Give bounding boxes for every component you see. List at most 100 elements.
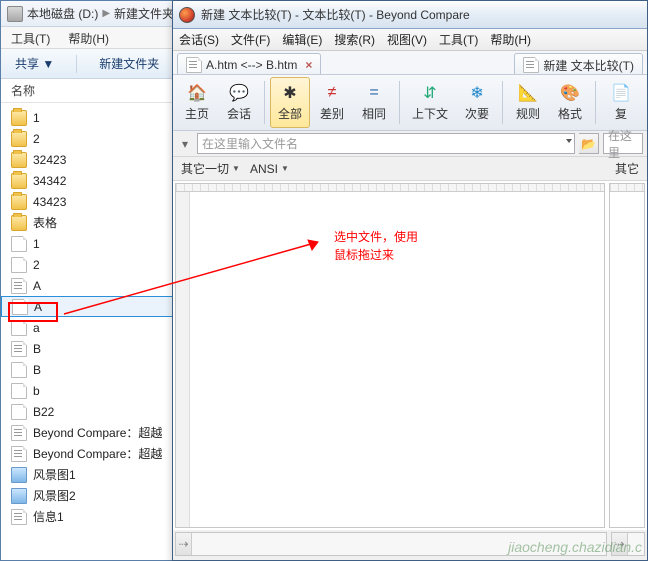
- folder-icon: [11, 194, 27, 210]
- misc-filter-left[interactable]: 其它一切▼: [181, 160, 240, 177]
- folder-icon: [11, 173, 27, 189]
- same-button[interactable]: =相同: [354, 77, 394, 128]
- folder-icon: [11, 215, 27, 231]
- share-button[interactable]: 共享 ▼: [15, 55, 54, 72]
- rules-icon: 📐: [516, 83, 540, 103]
- menu-tools[interactable]: 工具(T): [11, 30, 50, 45]
- tab-compare-1[interactable]: A.htm <--> B.htm ×: [177, 53, 321, 74]
- not-equal-icon: ≠: [320, 83, 344, 103]
- tab-close-icon[interactable]: ×: [305, 58, 312, 72]
- file-icon: [11, 341, 27, 357]
- file-name: 表格: [33, 214, 57, 231]
- right-path-input[interactable]: 在这里: [603, 133, 643, 154]
- breadcrumb-disk[interactable]: 本地磁盘 (D:): [27, 5, 98, 22]
- session-button[interactable]: 💬会话: [219, 77, 259, 128]
- asterisk-icon: ✱: [278, 83, 302, 103]
- beyond-compare-window: 新建 文本比较(T) - 文本比较(T) - Beyond Compare 会话…: [172, 0, 648, 561]
- menu-tools[interactable]: 工具(T): [439, 31, 478, 48]
- context-icon: ⇵: [418, 83, 442, 103]
- format-button[interactable]: 🎨格式: [550, 77, 590, 128]
- file-name: 2: [33, 258, 40, 272]
- file-icon: [11, 362, 27, 378]
- file-name: B: [33, 342, 41, 356]
- file-name: 1: [33, 237, 40, 251]
- rules-button[interactable]: 📐规则: [508, 77, 548, 128]
- toolbar-separator: [264, 81, 265, 124]
- bc-title-bar[interactable]: 新建 文本比较(T) - 文本比较(T) - Beyond Compare: [173, 1, 647, 29]
- toolbar-separator: [502, 81, 503, 124]
- file-name: 32423: [33, 153, 66, 167]
- file-name: 43423: [33, 195, 66, 209]
- collapse-icon[interactable]: ▾: [177, 136, 193, 152]
- menu-help[interactable]: 帮助(H): [68, 30, 109, 45]
- disk-icon: [7, 6, 23, 22]
- menu-view[interactable]: 视图(V): [387, 31, 427, 48]
- home-button[interactable]: 🏠主页: [177, 77, 217, 128]
- breadcrumb-folder[interactable]: 新建文件夹: [114, 5, 174, 22]
- file-name: B: [33, 363, 41, 377]
- folder-icon: [11, 110, 27, 126]
- file-name: 34342: [33, 174, 66, 188]
- status-left: ⇢: [175, 532, 607, 556]
- file-icon: [11, 383, 27, 399]
- bc-status-bar: ⇢ ⇢: [173, 530, 647, 558]
- breadcrumb-separator-icon: ▶: [102, 8, 110, 19]
- new-folder-button[interactable]: 新建文件夹: [99, 55, 159, 72]
- right-pane[interactable]: [609, 183, 645, 528]
- tab-label: 新建 文本比较(T): [543, 57, 634, 74]
- file-name: Beyond Compare：超越: [33, 424, 162, 441]
- tab-compare-2[interactable]: 新建 文本比较(T): [514, 53, 643, 74]
- dropdown-icon[interactable]: [566, 139, 572, 143]
- minor-icon: ❄: [465, 83, 489, 103]
- bc-logo-icon: [179, 7, 195, 23]
- folder-icon: [11, 152, 27, 168]
- encoding-filter[interactable]: ANSI▼: [250, 162, 289, 176]
- file-icon: [11, 404, 27, 420]
- nav-next-icon[interactable]: ⇢: [612, 533, 628, 555]
- ruler: [610, 184, 644, 192]
- misc-filter-right[interactable]: 其它: [615, 160, 639, 177]
- folder-icon: [11, 131, 27, 147]
- file-name: 风景图2: [33, 487, 76, 504]
- file-icon: [11, 446, 27, 462]
- image-icon: [11, 467, 27, 483]
- menu-file[interactable]: 文件(F): [231, 31, 270, 48]
- menu-help[interactable]: 帮助(H): [490, 31, 531, 48]
- file-name: 1: [33, 111, 40, 125]
- annotation-selection-box: [8, 302, 58, 322]
- format-icon: 🎨: [558, 83, 582, 103]
- file-name: B22: [33, 405, 54, 419]
- nav-next-icon[interactable]: ⇢: [176, 533, 192, 555]
- context-button[interactable]: ⇵上下文: [405, 77, 455, 128]
- browse-left-button[interactable]: 📂: [579, 133, 599, 154]
- file-name: a: [33, 321, 40, 335]
- menu-edit[interactable]: 编辑(E): [282, 31, 322, 48]
- home-icon: 🏠: [185, 83, 209, 103]
- bc-title-text: 新建 文本比较(T) - 文本比较(T) - Beyond Compare: [201, 6, 470, 23]
- file-icon: [11, 257, 27, 273]
- bc-tab-bar: A.htm <--> B.htm × 新建 文本比较(T): [173, 51, 647, 75]
- menu-search[interactable]: 搜索(R): [334, 31, 375, 48]
- placeholder-text: 在这里输入文件名: [202, 135, 298, 152]
- equal-icon: =: [362, 83, 386, 103]
- file-name: A: [33, 279, 41, 293]
- menu-session[interactable]: 会话(S): [179, 31, 219, 48]
- copy-icon: 📄: [609, 83, 633, 103]
- bc-toolbar: 🏠主页 💬会话 ✱全部 ≠差别 =相同 ⇵上下文 ❄次要 📐规则 🎨格式 📄复: [173, 75, 647, 131]
- annotation-text: 选中文件，使用 鼠标拖过来: [334, 228, 418, 264]
- document-icon: [523, 57, 539, 73]
- ruler: [176, 184, 604, 192]
- file-icon: [11, 425, 27, 441]
- diff-button[interactable]: ≠差别: [312, 77, 352, 128]
- bc-menu-bar: 会话(S) 文件(F) 编辑(E) 搜索(R) 视图(V) 工具(T) 帮助(H…: [173, 29, 647, 51]
- session-icon: 💬: [227, 83, 251, 103]
- bc-filter-bar: 其它一切▼ ANSI▼ 其它: [173, 157, 647, 181]
- toolbar-separator: [399, 81, 400, 124]
- minor-button[interactable]: ❄次要: [457, 77, 497, 128]
- all-button[interactable]: ✱全部: [270, 77, 310, 128]
- copy-button[interactable]: 📄复: [601, 77, 641, 128]
- left-path-input[interactable]: 在这里输入文件名: [197, 133, 575, 154]
- tab-label: A.htm <--> B.htm: [206, 58, 297, 72]
- file-name: 风景图1: [33, 466, 76, 483]
- toolbar-separator: [595, 81, 596, 124]
